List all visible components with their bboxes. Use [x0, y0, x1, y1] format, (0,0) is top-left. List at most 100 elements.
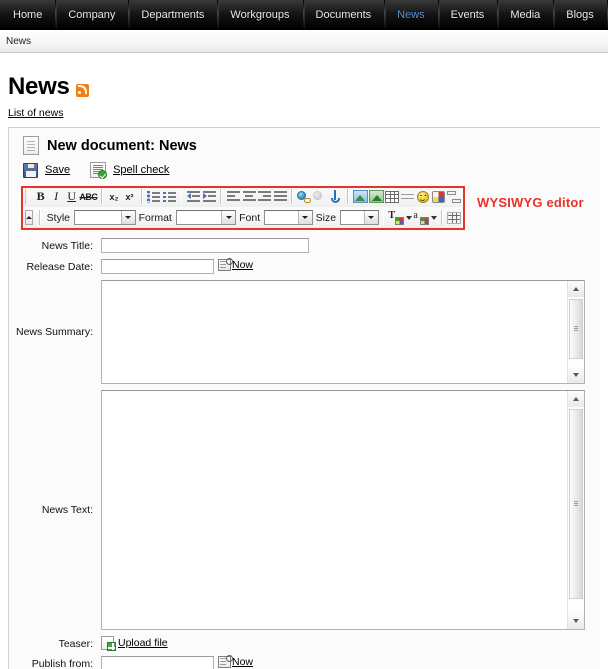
rss-icon[interactable]: [75, 83, 89, 97]
upload-file-icon[interactable]: [101, 636, 116, 651]
news-text-label: News Text:: [41, 504, 93, 516]
strikethrough-button[interactable]: ABC: [79, 188, 98, 205]
news-title-input[interactable]: [101, 238, 309, 253]
show-blocks-button[interactable]: [447, 209, 462, 226]
nav-label-events: Events: [450, 8, 485, 21]
bg-color-glyph: a: [413, 210, 418, 221]
document-title: New document: News: [47, 137, 197, 154]
anchor-button[interactable]: [328, 188, 343, 205]
calendar-icon[interactable]: [218, 258, 233, 271]
nav-item-departments[interactable]: Departments: [128, 0, 217, 29]
release-date-now[interactable]: Now: [218, 258, 253, 271]
scroll-track[interactable]: [568, 407, 584, 613]
news-summary-body[interactable]: [102, 281, 567, 383]
toolbar-row-2: Style Format Font Size T a: [21, 207, 462, 228]
align-center-button[interactable]: [242, 188, 257, 205]
numbered-list-button[interactable]: 1 2 3: [147, 188, 162, 205]
nav-label-workgroups: Workgroups: [230, 8, 290, 21]
increase-indent-button[interactable]: [202, 188, 217, 205]
format-label: Format: [138, 211, 172, 224]
toolbar-grip[interactable]: [25, 189, 31, 204]
style-dropdown[interactable]: [74, 210, 136, 225]
teaser-upload[interactable]: Upload file: [101, 636, 168, 651]
news-summary-scrollbar[interactable]: [567, 281, 584, 383]
field-release-date: Release Date: Now: [9, 258, 600, 274]
insert-image-button[interactable]: [352, 188, 368, 205]
bold-button[interactable]: B: [33, 188, 48, 205]
italic-button[interactable]: I: [49, 188, 64, 205]
news-summary-editor[interactable]: [101, 280, 585, 384]
wysiwyg-editor-toolbar: WYSIWYG editor B I U ABC x₂ x² 1 2 3 Sty…: [21, 186, 600, 230]
spell-check-icon[interactable]: [90, 162, 108, 179]
toolbar-row-1: B I U ABC x₂ x² 1 2 3: [21, 186, 461, 207]
spell-check-button[interactable]: Spell check: [113, 164, 169, 176]
font-dropdown[interactable]: [264, 210, 313, 225]
news-summary-label: News Summary:: [15, 326, 93, 338]
document-header: New document: News: [9, 128, 600, 159]
insert-table-button[interactable]: [384, 188, 400, 205]
nav-item-home[interactable]: Home: [0, 0, 55, 29]
align-right-button[interactable]: [257, 188, 272, 205]
nav-item-documents[interactable]: Documents: [302, 0, 385, 29]
scroll-track[interactable]: [568, 297, 584, 367]
toolbar-collapse-button[interactable]: [25, 210, 33, 225]
text-color-glyph: T: [388, 210, 396, 221]
upload-file-link[interactable]: Upload file: [118, 637, 168, 649]
publish-from-input[interactable]: [101, 656, 214, 669]
field-teaser: Teaser: Upload file: [9, 636, 600, 651]
nav-label-company: Company: [68, 8, 116, 21]
page-break-button[interactable]: [446, 188, 462, 205]
nav-item-media[interactable]: Media: [497, 0, 553, 29]
nav-label-blogs: Blogs: [566, 8, 594, 21]
background-color-button[interactable]: a: [413, 209, 438, 226]
scroll-up-icon[interactable]: [568, 391, 584, 407]
release-date-input[interactable]: [101, 259, 214, 274]
scroll-up-icon[interactable]: [568, 281, 584, 297]
publish-from-now[interactable]: Now: [218, 655, 253, 668]
unlink-button[interactable]: [312, 188, 328, 205]
news-text-editor[interactable]: [101, 390, 585, 630]
calendar-icon[interactable]: [218, 655, 233, 668]
chevron-down-icon: [431, 215, 438, 220]
save-button[interactable]: Save: [45, 164, 70, 176]
news-text-body[interactable]: [102, 391, 567, 629]
nav-item-workgroups[interactable]: Workgroups: [217, 0, 302, 29]
nav-item-events[interactable]: Events: [437, 0, 498, 29]
nav-item-news[interactable]: News: [384, 0, 438, 29]
nav-item-company[interactable]: Company: [55, 0, 128, 29]
insert-link-button[interactable]: [297, 188, 312, 205]
breadcrumb: News: [0, 30, 608, 53]
bulleted-list-button[interactable]: [162, 188, 177, 205]
subscript-button[interactable]: x₂: [107, 188, 122, 205]
scroll-down-icon[interactable]: [568, 613, 584, 629]
news-form: News Title: Release Date: Now News Summa…: [9, 228, 600, 669]
news-title-label: News Title:: [41, 240, 93, 252]
nav-label-media: Media: [510, 8, 541, 21]
release-date-now-label[interactable]: Now: [232, 259, 253, 271]
nav-label-news: News: [397, 8, 425, 21]
publish-from-now-label[interactable]: Now: [232, 656, 253, 668]
smiley-button[interactable]: [416, 188, 431, 205]
format-dropdown[interactable]: [175, 210, 237, 225]
save-icon[interactable]: [23, 162, 38, 178]
nav-label-departments: Departments: [141, 8, 205, 21]
nav-label-documents: Documents: [315, 8, 372, 21]
horizontal-rule-button[interactable]: [400, 188, 415, 205]
scroll-down-icon[interactable]: [568, 367, 584, 383]
special-character-button[interactable]: [431, 188, 446, 205]
document-icon: [23, 136, 39, 155]
size-dropdown[interactable]: [340, 210, 379, 225]
align-justify-button[interactable]: [273, 188, 288, 205]
field-news-summary: News Summary:: [9, 280, 600, 384]
decrease-indent-button[interactable]: [186, 188, 201, 205]
underline-button[interactable]: U: [64, 188, 79, 205]
superscript-button[interactable]: x²: [122, 188, 137, 205]
list-of-news-link[interactable]: List of news: [8, 107, 63, 119]
news-text-scrollbar[interactable]: [567, 391, 584, 629]
align-left-button[interactable]: [226, 188, 241, 205]
document-actions: Save Spell check: [9, 159, 600, 184]
breadcrumb-item-news[interactable]: News: [6, 36, 31, 47]
text-color-button[interactable]: T: [388, 209, 413, 226]
nav-item-blogs[interactable]: Blogs: [553, 0, 607, 29]
insert-flash-button[interactable]: [368, 188, 384, 205]
